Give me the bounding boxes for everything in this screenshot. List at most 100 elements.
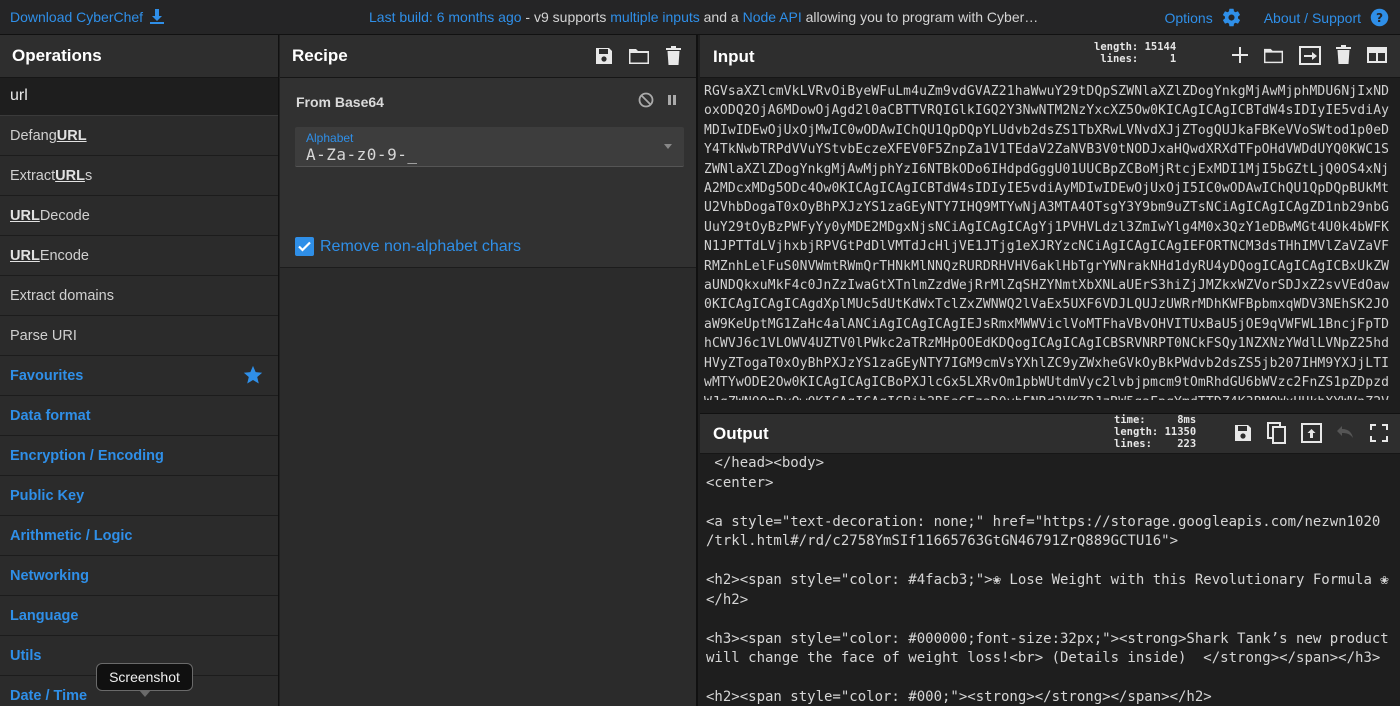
alphabet-label: Alphabet [306, 131, 354, 145]
top-banner: Download CyberChef Last build: 6 months … [0, 0, 1400, 35]
output-line: <center> [706, 474, 774, 491]
output-line: </h2> [706, 591, 749, 608]
banner-text-3: allowing you to program with Cyber… [801, 9, 1039, 25]
download-label[interactable]: Download CyberChef [10, 9, 143, 25]
category-label: Utils [10, 647, 42, 664]
remove-non-alphabet-option[interactable]: Remove non-alphabet chars [295, 237, 521, 256]
star-icon[interactable] [242, 364, 264, 386]
output-length-stat: length: 11350 [1114, 426, 1197, 438]
undo-icon [1337, 426, 1353, 438]
operation-result-item[interactable]: URL Decode [0, 196, 278, 236]
download-icon[interactable] [149, 8, 165, 25]
node-api-link[interactable]: Node API [743, 9, 802, 25]
category-label: Data format [10, 407, 91, 424]
category-networking[interactable]: Networking [0, 556, 278, 596]
input-textarea[interactable]: RGVsaXZlcmVkLVRvOiByeWFuLm4uZm9vdGVAZ21h… [700, 78, 1400, 400]
maximize-icon[interactable] [1370, 424, 1388, 442]
layout-icon[interactable] [1366, 46, 1388, 64]
output-stats: time: 8ms length: 11350 lines: 223 [1114, 414, 1196, 450]
category-arithmetic-logic[interactable]: Arithmetic / Logic [0, 516, 278, 556]
save-icon[interactable] [594, 46, 614, 66]
input-stats: length: 15144 lines: 1 [1094, 41, 1176, 65]
result-text: Encode [39, 247, 89, 264]
output-line: <a style="text-decoration: none;" href="… [706, 513, 1381, 530]
category-label: Arithmetic / Logic [10, 527, 133, 544]
operation-result-item[interactable]: Defang URL [0, 116, 278, 156]
operation-result-item[interactable]: Parse URI [0, 316, 278, 356]
category-language[interactable]: Language [0, 596, 278, 636]
output-line: <h2><span style="color: #000;"><strong><… [706, 689, 1212, 705]
output-title: Output [713, 424, 769, 443]
category-label: Favourites [10, 367, 84, 384]
trash-icon[interactable] [665, 46, 682, 66]
alphabet-value[interactable]: A-Za-z0-9-_ [306, 145, 417, 164]
result-match: URL [10, 207, 40, 224]
gear-icon[interactable] [1221, 7, 1242, 28]
category-label: Public Key [10, 487, 85, 504]
result-match: URL [56, 127, 87, 144]
replace-input-icon[interactable] [1301, 423, 1322, 443]
output-line: </head><body> [706, 455, 825, 471]
category-data-format[interactable]: Data format [0, 396, 278, 436]
disable-icon[interactable] [638, 92, 654, 108]
copy-icon[interactable] [1267, 422, 1287, 444]
open-folder-icon[interactable] [1263, 46, 1285, 65]
svg-text:?: ? [1376, 11, 1383, 25]
result-text: s [84, 167, 93, 184]
input-lines-stat: lines: 1 [1094, 53, 1177, 65]
result-text: Extract domains [10, 287, 114, 304]
multiple-inputs-link[interactable]: multiple inputs [610, 9, 700, 25]
recipe-pane: Recipe From Base64 Alphabet A-Za-z0-9-_ … [280, 35, 698, 706]
add-input-icon[interactable] [1231, 46, 1249, 64]
recipe-header: Recipe [280, 35, 696, 78]
options-label[interactable]: Options [1164, 10, 1212, 26]
io-pane: Input length: 15144 lines: 1 RGVsaXZlcmV… [700, 35, 1400, 706]
input-header: Input length: 15144 lines: 1 [700, 35, 1400, 78]
operation-result-item[interactable]: URL Encode [0, 236, 278, 276]
input-title: Input [713, 47, 755, 66]
operation-result-item[interactable]: Extract domains [0, 276, 278, 316]
output-line: <h3><span style="color: #000000;font-siz… [706, 630, 1389, 647]
category-public-key[interactable]: Public Key [0, 476, 278, 516]
category-favourites[interactable]: Favourites [0, 356, 278, 396]
result-text: Extract [10, 167, 56, 184]
result-match: URL [10, 247, 40, 264]
operation-name: From Base64 [296, 94, 384, 110]
about-support-label[interactable]: About / Support [1264, 10, 1361, 26]
alphabet-select[interactable]: Alphabet A-Za-z0-9-_ [295, 127, 684, 167]
save-output-icon[interactable] [1233, 423, 1253, 443]
open-file-icon[interactable] [1299, 45, 1321, 65]
category-label: Language [10, 607, 79, 624]
remove-non-alphabet-checkbox[interactable] [295, 237, 314, 256]
operations-title: Operations [0, 35, 278, 78]
output-line: will change the face of weight loss!<br>… [706, 650, 1381, 666]
pause-icon[interactable] [666, 92, 678, 108]
clear-input-icon[interactable] [1335, 45, 1352, 65]
last-build-link[interactable]: Last build: 6 months ago [369, 9, 522, 25]
output-line: <h2><span style="color: #4facb3;">❀ Lose… [706, 572, 1389, 588]
output-time-stat: time: 8ms [1114, 414, 1197, 426]
download-cyberchef-link[interactable]: Download CyberChef [10, 8, 165, 25]
operations-search-input[interactable]: url [0, 78, 278, 116]
folder-icon[interactable] [628, 46, 651, 66]
recipe-title: Recipe [292, 46, 348, 65]
screenshot-tooltip: Screenshot [96, 663, 193, 697]
result-text: Parse URI [10, 327, 77, 344]
result-text: Decode [39, 207, 90, 224]
output-line: /trkl.html#/rd/c2758YmSIf11665763GtGN467… [706, 533, 1179, 549]
output-lines-stat: lines: 223 [1114, 438, 1197, 450]
result-match: URL [55, 167, 85, 184]
category-encryption-encoding[interactable]: Encryption / Encoding [0, 436, 278, 476]
remove-non-alphabet-label[interactable]: Remove non-alphabet chars [320, 238, 521, 256]
operation-result-item[interactable]: Extract URL s [0, 156, 278, 196]
help-icon[interactable]: ? [1369, 7, 1390, 28]
result-text: Defang [10, 127, 57, 144]
recipe-operation-from-base64[interactable]: From Base64 Alphabet A-Za-z0-9-_ Remove … [280, 78, 696, 268]
output-textarea[interactable]: </head><body> <center> <a style="text-deco… [700, 454, 1400, 706]
chevron-down-icon[interactable] [664, 144, 672, 149]
category-label: Networking [10, 567, 89, 584]
